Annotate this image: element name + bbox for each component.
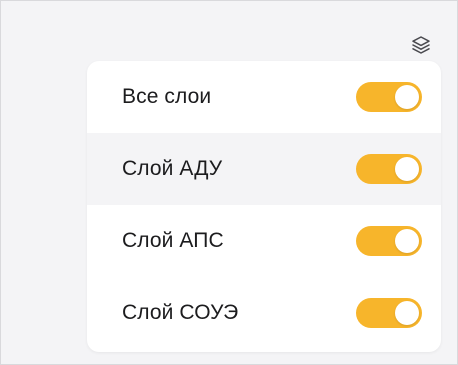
map-viewport: Все слои Слой АДУ Слой АПС Слой СОУЭ <box>0 0 458 365</box>
layer-toggle-aps[interactable] <box>356 226 422 256</box>
layers-panel: Все слои Слой АДУ Слой АПС Слой СОУЭ <box>87 61 441 352</box>
layer-label: Все слои <box>122 85 212 108</box>
layers-toggle-button[interactable] <box>407 31 435 59</box>
layer-row-soue[interactable]: Слой СОУЭ <box>87 277 441 349</box>
layer-label: Слой АДУ <box>122 157 223 180</box>
layer-label: Слой СОУЭ <box>122 301 239 324</box>
toggle-knob <box>395 301 419 325</box>
layer-row-all[interactable]: Все слои <box>87 61 441 133</box>
toggle-knob <box>395 157 419 181</box>
layer-toggle-adu[interactable] <box>356 154 422 184</box>
toggle-knob <box>395 229 419 253</box>
layer-row-aps[interactable]: Слой АПС <box>87 205 441 277</box>
layer-toggle-soue[interactable] <box>356 298 422 328</box>
layer-row-adu[interactable]: Слой АДУ <box>87 133 441 205</box>
layer-label: Слой АПС <box>122 229 224 252</box>
layers-icon <box>412 36 430 54</box>
layer-toggle-all[interactable] <box>356 82 422 112</box>
toggle-knob <box>395 85 419 109</box>
